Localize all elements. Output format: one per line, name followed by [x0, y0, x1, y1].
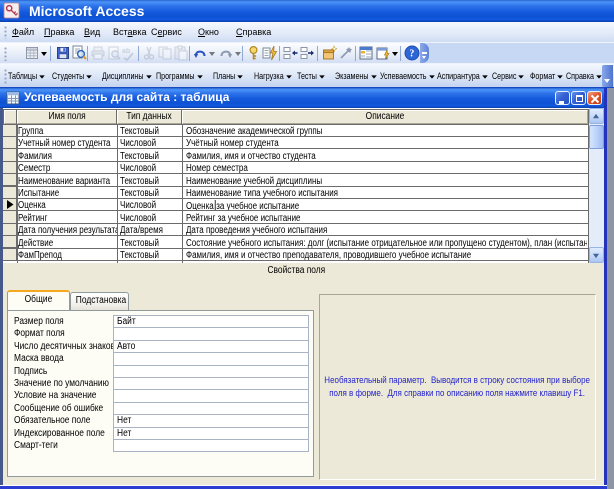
svg-text:?: ? [409, 49, 414, 60]
svg-text:ab: ab [122, 48, 130, 55]
